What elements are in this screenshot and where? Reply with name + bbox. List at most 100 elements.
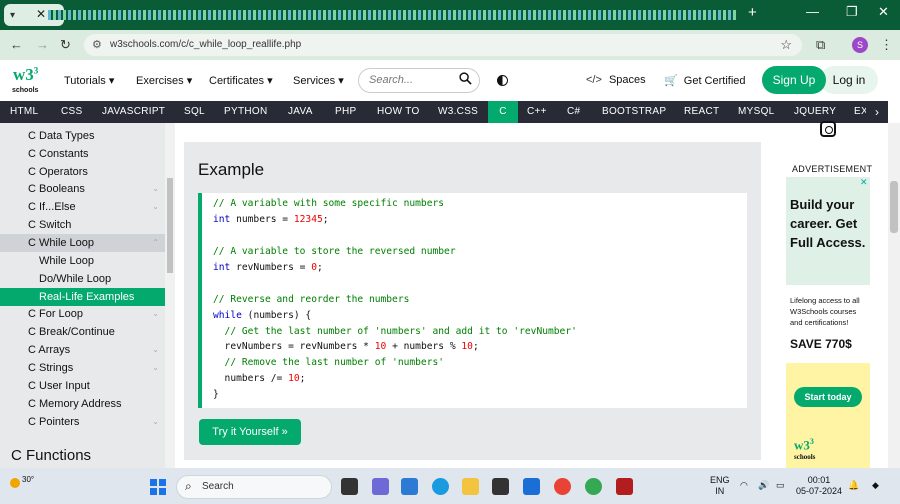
tab-search-icon[interactable]: ▾ [10,10,15,21]
browser-menu-icon[interactable]: ⋮ [880,37,893,53]
reload-icon[interactable]: ↻ [60,37,71,53]
code-line: // Remove the last number of 'numbers' [213,357,445,368]
menu-certificates[interactable]: Certificates ▾ [209,74,273,87]
spaces-link[interactable]: </> Spaces [586,74,646,86]
sidebar-item-memory-address[interactable]: C Memory Address [0,395,165,413]
sidebar-subitem-while-loop[interactable]: While Loop [0,252,165,270]
tab-row[interactable] [48,10,738,20]
sidebar-scroll-thumb[interactable] [167,178,173,273]
instagram-icon[interactable] [820,121,836,137]
page-scrollbar[interactable] [888,123,900,468]
chevron-down-icon: ⌄ [152,202,159,211]
weather-icon[interactable] [10,478,20,488]
topnav-c[interactable]: C [488,101,518,123]
sidebar-item-operators[interactable]: C Operators [0,163,165,181]
new-tab-icon[interactable]: + [748,4,757,21]
topnav-sql[interactable]: SQL [184,101,205,123]
topnav-python[interactable]: PYTHON [224,101,267,123]
store-icon[interactable] [492,478,509,495]
ad-close-icon[interactable]: ✕ [860,177,868,188]
topnav-cpp[interactable]: C++ [527,101,547,123]
sidebar-subitem-real-life[interactable]: Real-Life Examples [0,288,165,306]
topnav-react[interactable]: REACT [684,101,719,123]
topnav-javascript[interactable]: JAVASCRIPT [102,101,165,123]
windows-start-icon[interactable] [150,479,166,495]
back-icon[interactable]: ← [10,37,23,52]
clock[interactable]: 00:01 05-07-2024 [796,475,842,497]
menu-services[interactable]: Services ▾ [293,74,344,87]
minimize-icon[interactable]: — [806,4,819,19]
close-icon[interactable]: ✕ [36,7,46,21]
vscode-icon[interactable] [401,478,418,495]
code-token: // Remove the last number of 'numbers' [213,357,445,368]
edge-icon[interactable] [432,478,449,495]
taskbar-search[interactable]: ⌕ Search [176,475,332,499]
copilot-icon[interactable]: ◆ [872,480,879,491]
code-icon: </> [586,74,602,86]
extensions-icon[interactable]: ⧉ [816,37,825,53]
dark-mode-icon[interactable] [497,75,508,86]
window-close-icon[interactable]: ✕ [878,4,889,20]
teams-icon[interactable] [372,478,389,495]
sidebar-item-break-continue[interactable]: C Break/Continue [0,323,165,341]
site-info-icon[interactable]: ⚙ [92,38,102,51]
sidebar-subitem-do-while[interactable]: Do/While Loop [0,270,165,288]
ad-banner[interactable]: ✕ Build your career. Get Full Access. Li… [786,177,870,468]
sidebar-scrollbar[interactable] [165,123,175,468]
menu-exercises[interactable]: Exercises ▾ [136,74,192,87]
sidebar-item-booleans[interactable]: C Booleans ⌄ [0,180,165,198]
profile-avatar[interactable]: S [852,37,868,53]
topnav-html[interactable]: HTML [10,101,38,123]
topnav-w3css[interactable]: W3.CSS [438,101,478,123]
sidebar-item-for-loop[interactable]: C For Loop ⌄ [0,305,165,323]
try-it-yourself-button[interactable]: Try it Yourself » [199,419,301,445]
w3schools-logo[interactable]: w33 schools [10,65,42,97]
forward-icon[interactable]: → [36,37,49,52]
search-input[interactable] [369,74,453,86]
app-icon[interactable] [616,478,633,495]
ad-start-today-button[interactable]: Start today [794,387,862,407]
topnav-mysql[interactable]: MYSQL [738,101,775,123]
language-indicator[interactable]: ENG IN [710,475,730,497]
search-icon[interactable] [459,72,472,85]
sidebar-item-strings[interactable]: C Strings ⌄ [0,359,165,377]
topnav-csharp[interactable]: C# [567,101,580,123]
notification-icon[interactable]: 🔔 [848,480,859,491]
topnav-php[interactable]: PHP [335,101,356,123]
sidebar-item-if-else[interactable]: C If...Else ⌄ [0,198,165,216]
get-certified-link[interactable]: 🛒 Get Certified [664,74,746,87]
topnav-css[interactable]: CSS [61,101,82,123]
signup-button[interactable]: Sign Up [762,66,826,94]
url-text[interactable]: w3schools.com/c/c_while_loop_reallife.ph… [110,39,301,50]
topnav-jquery[interactable]: JQUERY [794,101,836,123]
file-explorer-icon[interactable] [462,478,479,495]
bookmark-star-icon[interactable]: ☆ [780,37,792,53]
sidebar-item-switch[interactable]: C Switch [0,216,165,234]
menu-tutorials[interactable]: Tutorials ▾ [64,74,114,87]
wifi-icon[interactable]: ◠ [740,480,748,491]
mail-icon[interactable] [523,478,540,495]
chrome-icon[interactable] [554,478,571,495]
login-button[interactable]: Log in [820,66,878,94]
code-token: int [213,262,231,273]
volume-icon[interactable]: 🔊 [758,480,769,491]
task-view-icon[interactable] [341,478,358,495]
weather-temp[interactable]: 30° [22,475,34,484]
restore-icon[interactable]: ❐ [846,4,858,20]
topnav-bootstrap[interactable]: BOOTSTRAP [602,101,666,123]
page-scroll-thumb[interactable] [890,181,898,233]
sidebar-item-arrays[interactable]: C Arrays ⌄ [0,341,165,359]
topnav-howto[interactable]: HOW TO [377,101,420,123]
battery-icon[interactable]: ▭ [776,480,785,491]
sidebar-item-pointers[interactable]: C Pointers ⌄ [0,413,165,431]
url-field[interactable]: ⚙ w3schools.com/c/c_while_loop_reallife.… [84,34,802,56]
topnav-java[interactable]: JAVA [288,101,313,123]
topnav-next-icon[interactable]: › [866,101,888,123]
chrome-profile-icon[interactable] [585,478,602,495]
sidebar-item-constants[interactable]: C Constants [0,145,165,163]
search-box[interactable] [358,68,480,93]
sidebar-item-data-types[interactable]: C Data Types [0,127,165,145]
sidebar-item-user-input[interactable]: C User Input [0,377,165,395]
sidebar-item-while-loop[interactable]: C While Loop ⌃ [0,234,165,252]
code-token: ; [322,214,329,225]
